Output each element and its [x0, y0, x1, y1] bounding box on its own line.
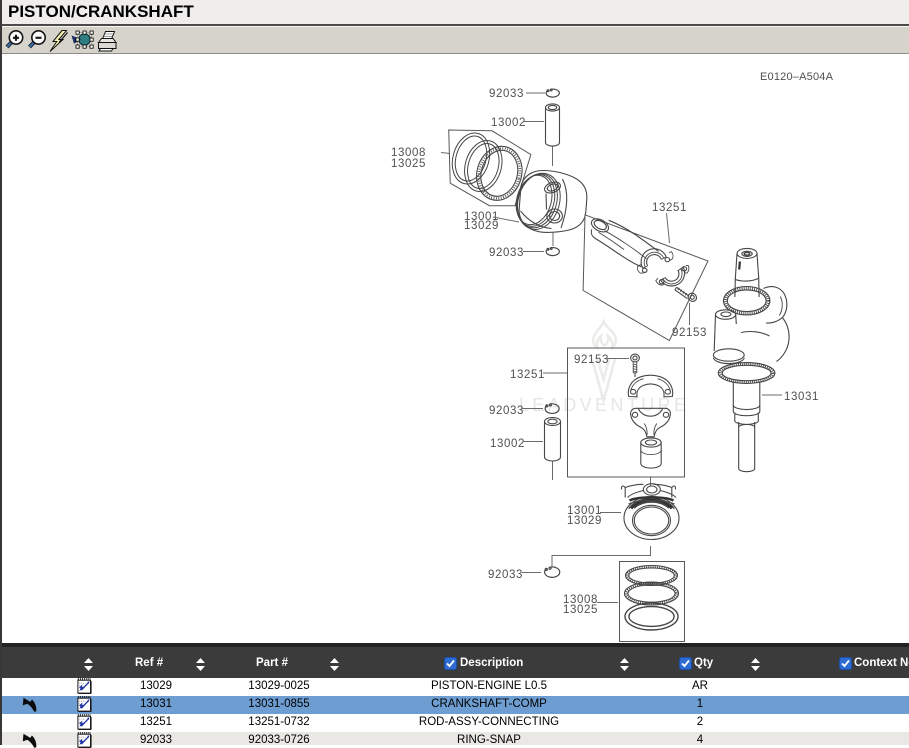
- svg-text:13002: 13002: [490, 438, 525, 450]
- svg-text:92033: 92033: [489, 247, 524, 259]
- svg-text:92153: 92153: [574, 354, 609, 366]
- svg-text:E0120–A504A: E0120–A504A: [760, 71, 834, 83]
- svg-text:13029: 13029: [464, 220, 499, 232]
- svg-text:92033: 92033: [489, 405, 524, 417]
- svg-text:92153: 92153: [672, 327, 707, 339]
- svg-text:92033: 92033: [489, 88, 524, 100]
- svg-text:92033: 92033: [488, 569, 523, 581]
- svg-text:13025: 13025: [563, 604, 598, 616]
- svg-text:LEADVENTURE: LEADVENTURE: [519, 395, 689, 415]
- svg-text:13002: 13002: [491, 117, 526, 129]
- svg-text:13031: 13031: [784, 391, 819, 403]
- svg-text:13251: 13251: [652, 202, 687, 214]
- svg-text:13029: 13029: [567, 515, 602, 527]
- svg-text:13025: 13025: [391, 158, 426, 170]
- svg-text:13251: 13251: [510, 369, 545, 381]
